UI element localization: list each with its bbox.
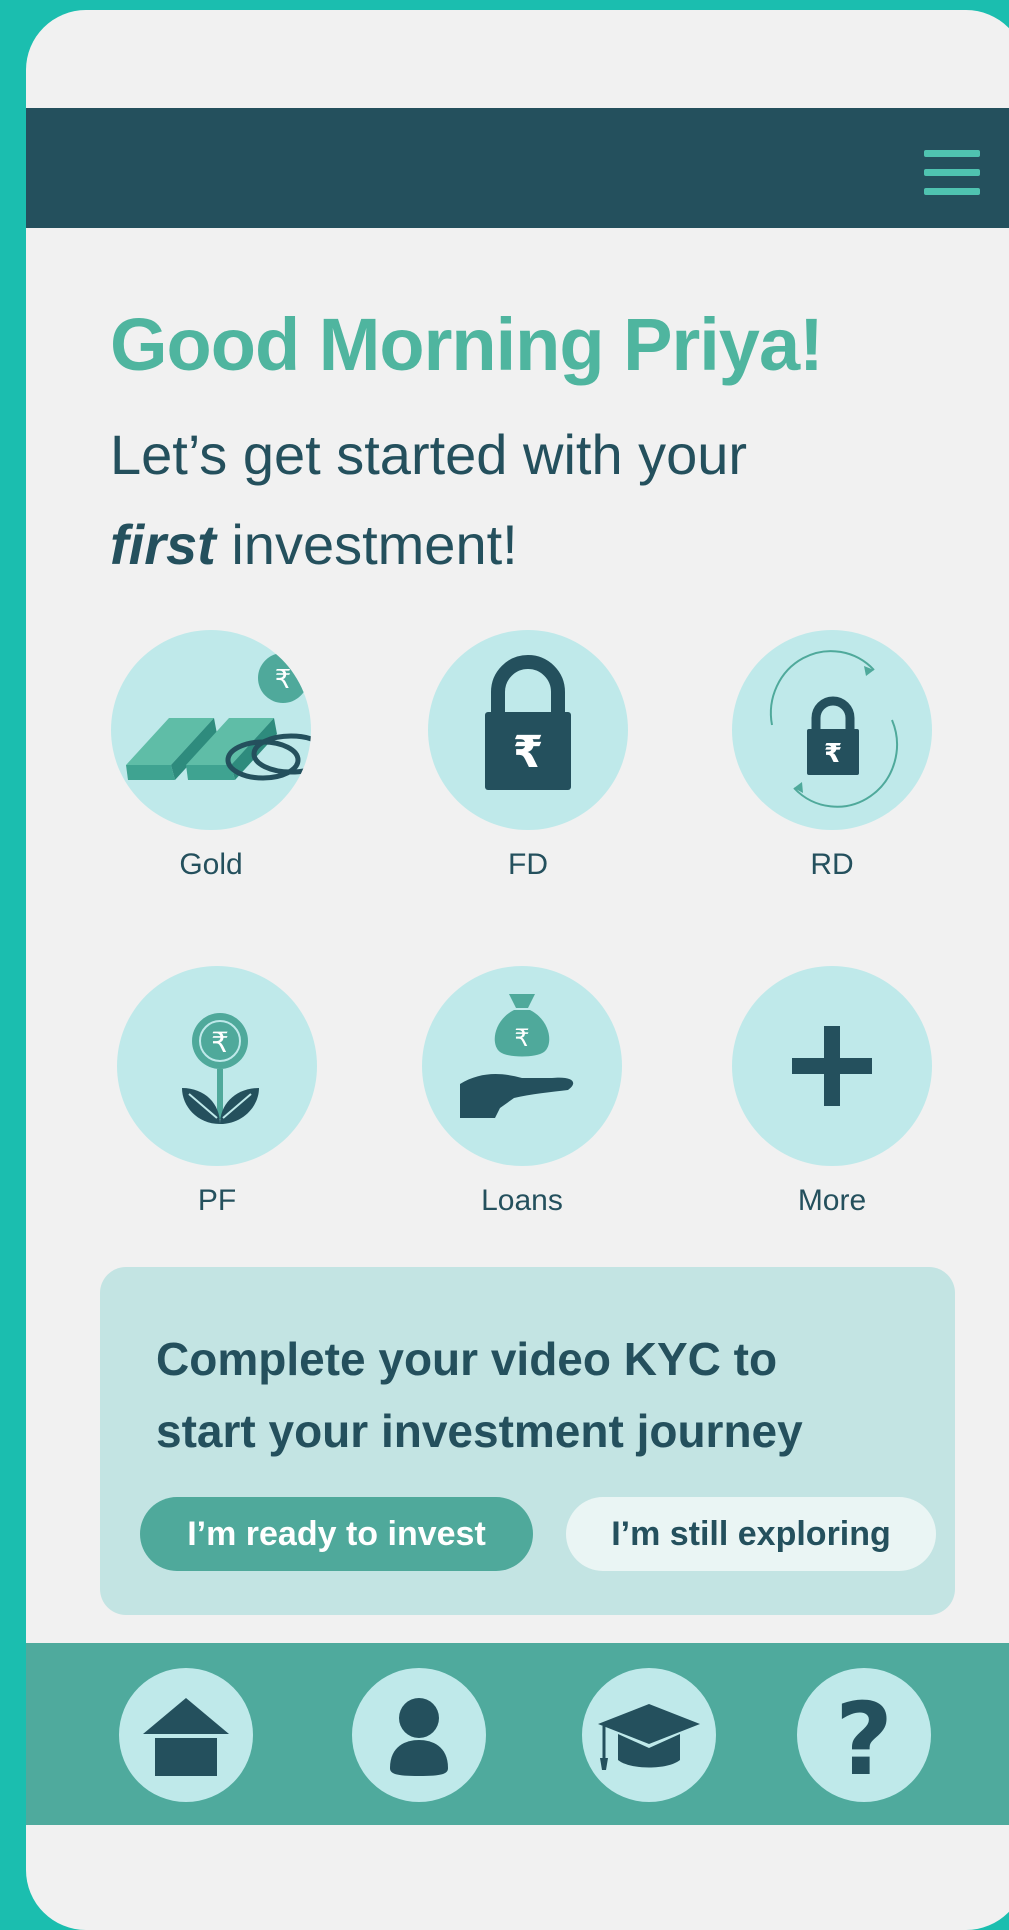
investment-tile-gold[interactable]: ₹ Gold (111, 630, 311, 881)
svg-text:₹: ₹ (275, 665, 292, 695)
investment-tile-rd[interactable]: ₹ RD (732, 630, 932, 881)
tile-label-more: More (797, 1184, 867, 1217)
subtitle-rest: investment! (215, 513, 518, 576)
svg-text:₹: ₹ (211, 1026, 229, 1059)
greeting-subtitle: Let’s get started with your first invest… (110, 410, 747, 590)
app-header (26, 108, 1009, 228)
investment-tile-loans[interactable]: ₹ Loans (422, 966, 622, 1217)
svg-text:?: ? (835, 1681, 893, 1798)
rupee-plant-icon: ₹ (182, 1013, 259, 1124)
rd-circle: ₹ (732, 630, 932, 830)
svg-text:₹: ₹ (824, 739, 842, 769)
investment-tile-pf[interactable]: ₹ PF (117, 966, 317, 1217)
nav-home-button[interactable] (119, 1668, 253, 1802)
home-icon (143, 1698, 229, 1776)
padlock-rupee-icon: ₹ (485, 655, 571, 790)
tile-label-pf: PF (197, 1184, 237, 1217)
subtitle-line1: Let’s get started with your (110, 423, 748, 486)
ready-to-invest-button[interactable]: I’m ready to invest (140, 1497, 533, 1571)
tile-label-gold: Gold (179, 848, 243, 881)
svg-text:₹: ₹ (514, 1024, 529, 1052)
recurring-padlock-icon: ₹ (769, 650, 898, 808)
fd-circle: ₹ (428, 630, 628, 830)
help-question-icon: ? (835, 1681, 893, 1798)
loans-circle: ₹ (422, 966, 622, 1166)
bottom-nav: ? (26, 1643, 1009, 1825)
more-circle (732, 966, 932, 1166)
investment-tile-more[interactable]: More (732, 966, 932, 1217)
kyc-card: Complete your video KYC to start your in… (100, 1267, 955, 1615)
tile-label-loans: Loans (481, 1184, 563, 1217)
hamburger-menu-icon[interactable] (924, 150, 980, 196)
hand-money-bag-icon: ₹ (460, 994, 574, 1118)
profile-icon (390, 1698, 448, 1776)
plus-icon (792, 1026, 872, 1106)
nav-profile-button[interactable] (352, 1668, 486, 1802)
nav-help-button[interactable]: ? (797, 1668, 931, 1802)
still-exploring-button[interactable]: I’m still exploring (566, 1497, 936, 1571)
greeting-title: Good Morning Priya! (110, 303, 824, 386)
subtitle-emphasis: first (110, 513, 216, 576)
graduation-cap-icon (598, 1704, 700, 1770)
gold-circle: ₹ (111, 630, 311, 830)
pf-circle: ₹ (117, 966, 317, 1166)
investment-tile-fd[interactable]: ₹ FD (428, 630, 628, 881)
tile-label-rd: RD (810, 848, 854, 881)
tile-label-fd: FD (508, 848, 548, 881)
gold-bars-icon: ₹ (126, 653, 311, 781)
phone-screen: Good Morning Priya! Let’s get started wi… (26, 10, 1009, 1930)
kyc-title: Complete your video KYC to start your in… (156, 1333, 803, 1457)
svg-text:₹: ₹ (513, 727, 544, 778)
nav-learn-button[interactable] (582, 1668, 716, 1802)
